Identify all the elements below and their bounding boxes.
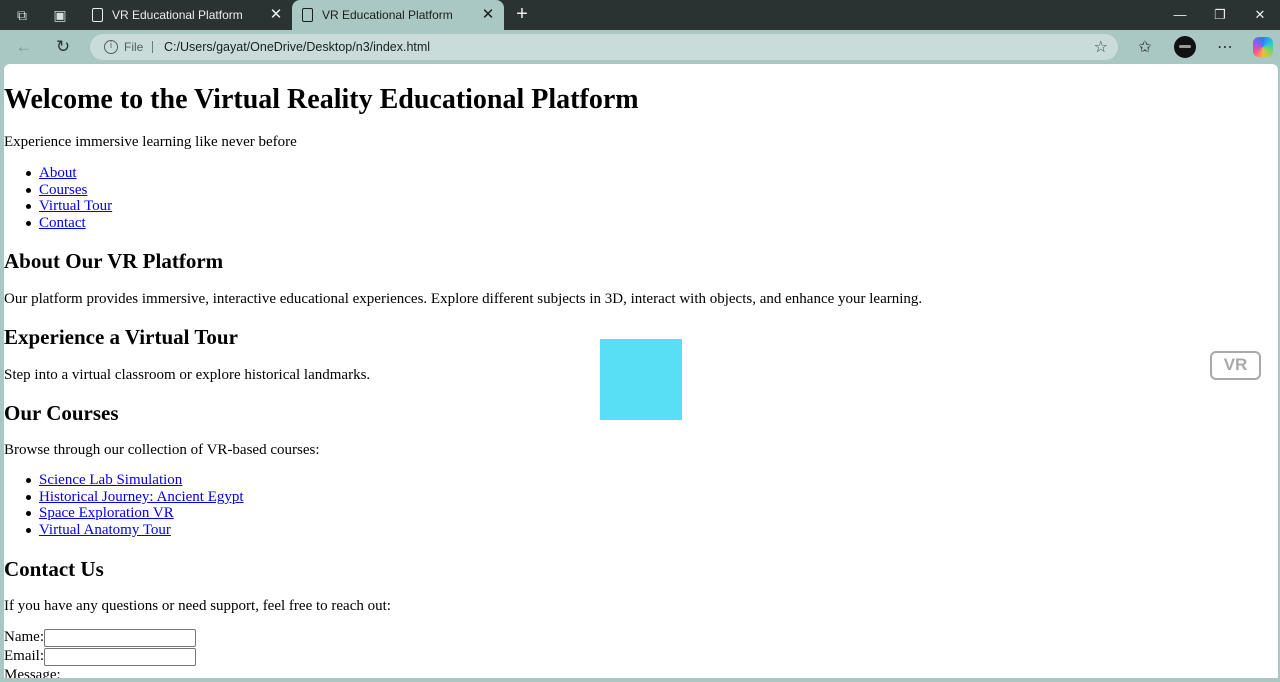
nav-link-virtual-tour[interactable]: Virtual Tour [39,198,112,214]
message-row: Message: [4,666,61,678]
reload-icon[interactable]: ↻ [52,36,74,58]
workspaces-icon[interactable]: ⧉ [14,7,30,23]
nav-item-about: About [4,165,112,182]
contact-text: If you have any questions or need suppor… [4,598,391,614]
minimize-icon[interactable]: — [1160,0,1200,30]
course-list: Science Lab Simulation Historical Journe… [4,472,244,539]
course-link[interactable]: Virtual Anatomy Tour [39,522,171,538]
courses-text: Browse through our collection of VR-base… [4,442,320,458]
vr-button[interactable]: VR [1210,351,1261,380]
close-icon[interactable]: ✕ [268,0,284,30]
new-tab-icon[interactable]: + [512,0,532,30]
scheme-label: File [124,40,144,54]
page-title: Welcome to the Virtual Reality Education… [4,84,639,115]
tab-title: VR Educational Platform [112,8,243,22]
contact-heading: Contact Us [4,557,104,581]
name-field[interactable] [44,629,196,647]
course-link[interactable]: Historical Journey: Ancient Egypt [39,489,244,505]
main-nav: About Courses Virtual Tour Contact [4,165,112,232]
list-item: Space Exploration VR [4,505,244,522]
close-icon[interactable]: ✕ [480,0,496,30]
nav-item-contact: Contact [4,215,112,232]
address-divider [152,41,153,53]
list-item: Virtual Anatomy Tour [4,522,244,539]
name-label: Name: [4,629,44,645]
email-field[interactable] [44,648,196,666]
nav-link-about[interactable]: About [39,165,77,181]
courses-heading: Our Courses [4,401,119,425]
copilot-icon[interactable] [1253,37,1273,57]
browser-toolbar: ← ↻ i File C:/Users/gayat/OneDrive/Deskt… [0,30,1280,64]
page-icon [92,8,103,22]
about-text: Our platform provides immersive, interac… [4,291,923,307]
url-text[interactable]: C:/Users/gayat/OneDrive/Desktop/n3/index… [164,34,430,60]
back-arrow-icon[interactable]: ← [13,36,35,58]
tab-title: VR Educational Platform [322,8,453,22]
nav-item-virtual-tour: Virtual Tour [4,198,112,215]
title-bar: ⧉ ▣ VR Educational Platform ✕ VR Educati… [0,0,1280,30]
vertical-tabs-icon[interactable]: ▣ [52,7,68,23]
nav-link-contact[interactable]: Contact [39,215,86,231]
nav-link-courses[interactable]: Courses [39,182,87,198]
window-close-icon[interactable]: ✕ [1240,0,1280,30]
list-item: Historical Journey: Ancient Egypt [4,489,244,506]
info-icon[interactable]: i [104,40,118,54]
tour-text: Step into a virtual classroom or explore… [4,367,371,383]
tab-active[interactable]: VR Educational Platform ✕ [292,0,504,30]
email-row: Email: [4,647,196,666]
about-heading: About Our VR Platform [4,249,224,273]
nav-item-courses: Courses [4,182,112,199]
page-viewport: Welcome to the Virtual Reality Education… [4,64,1278,678]
tagline: Experience immersive learning like never… [4,134,297,150]
star-icon[interactable]: ☆ [1094,34,1108,60]
list-item: Science Lab Simulation [4,472,244,489]
course-link[interactable]: Science Lab Simulation [39,472,182,488]
more-icon[interactable]: ⋯ [1214,36,1236,58]
avatar[interactable] [1174,36,1196,58]
email-label: Email: [4,648,44,664]
name-row: Name: [4,628,196,647]
course-link[interactable]: Space Exploration VR [39,505,174,521]
favorites-icon[interactable]: ✩ [1134,36,1156,58]
vr-scene-box[interactable] [600,339,682,420]
message-label: Message: [4,667,61,678]
tour-heading: Experience a Virtual Tour [4,325,238,349]
page-icon [302,8,313,22]
tab-inactive[interactable]: VR Educational Platform ✕ [82,0,292,30]
maximize-icon[interactable]: ❐ [1200,0,1240,30]
address-bar[interactable]: i File C:/Users/gayat/OneDrive/Desktop/n… [90,34,1118,60]
